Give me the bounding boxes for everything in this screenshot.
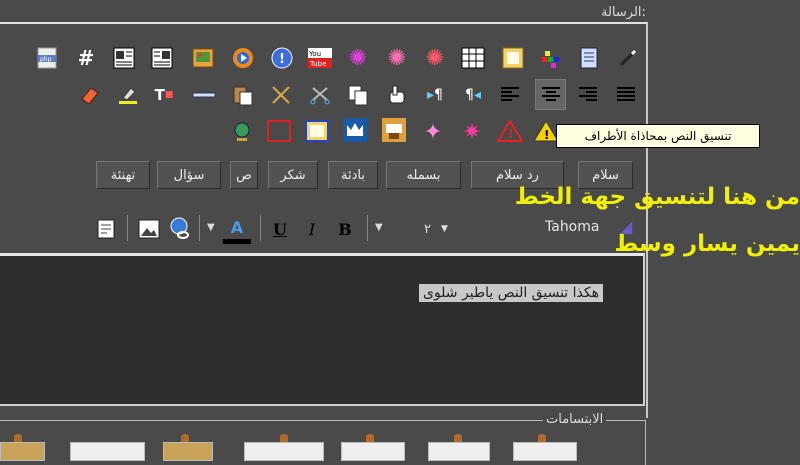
underline-button[interactable]: U (266, 215, 294, 243)
smiley-sign[interactable] (244, 442, 324, 461)
message-editor[interactable]: هكذا تنسيق النص ياطير شلوى (0, 253, 645, 406)
quick-button-basmala[interactable]: بسمله (386, 161, 461, 189)
insert-link-icon[interactable] (166, 215, 194, 243)
firework-red-icon[interactable]: ✺ (421, 44, 449, 72)
media-player-icon[interactable] (229, 44, 257, 72)
highlighter-icon[interactable] (114, 81, 142, 109)
smiley-sign[interactable] (163, 442, 213, 461)
italic-button[interactable]: I (298, 215, 326, 243)
font-color-swatch (223, 239, 251, 244)
blue-box-icon[interactable] (303, 117, 331, 145)
real-player-icon[interactable]: ! (268, 44, 296, 72)
image-insert-icon[interactable] (189, 44, 217, 72)
smiley-sign[interactable] (341, 442, 405, 461)
quick-button-shukr[interactable]: شكر (268, 161, 318, 189)
message-legend: الرسالة: (598, 5, 649, 20)
toolbar-separator (260, 215, 261, 241)
image-right-icon[interactable] (148, 44, 176, 72)
red-box-icon[interactable] (265, 117, 293, 145)
ltr-icon[interactable]: ▸ ¶ (421, 81, 449, 109)
table-icon[interactable] (459, 44, 487, 72)
text-color-icon[interactable]: T ■ (150, 81, 178, 109)
magic-wand-icon[interactable] (614, 44, 642, 72)
svg-text:You: You (308, 50, 321, 58)
svg-text:!: ! (279, 52, 285, 67)
rtl-icon[interactable]: ¶ ◂ (459, 81, 487, 109)
toolbar-separator (199, 215, 200, 241)
image-left-icon[interactable] (110, 44, 138, 72)
hash-icon[interactable]: # (72, 44, 100, 72)
sparkle-icon[interactable]: ✦ (419, 118, 447, 146)
svg-text:Tube: Tube (309, 60, 326, 68)
frame-icon[interactable] (499, 44, 527, 72)
hand-pointer-icon[interactable] (383, 81, 411, 109)
paste-icon[interactable] (229, 81, 257, 109)
smilies-legend: الابتسامات (543, 412, 607, 427)
colors-icon[interactable] (537, 44, 565, 72)
align-right-icon[interactable] (574, 81, 602, 109)
align-justify-tooltip: تنسيق النص بمحاذاة الأطراف (556, 124, 760, 148)
align-justify-icon[interactable] (612, 81, 640, 109)
align-center-icon[interactable] (535, 79, 566, 110)
smiley-sign[interactable] (513, 442, 577, 461)
eraser-icon[interactable] (76, 81, 104, 109)
svg-text:!: ! (508, 127, 513, 141)
php-icon[interactable]: php (33, 44, 61, 72)
font-arrow-icon[interactable]: ◢ (620, 217, 632, 236)
toolbar-separator (127, 215, 128, 241)
stars-icon[interactable]: ✷ (458, 118, 486, 146)
quick-button-badi-a[interactable]: بادئة (328, 161, 378, 189)
annotation-line-1: من هنا لتنسيق جهة الخط (514, 184, 800, 210)
youtube-icon[interactable]: You Tube (306, 44, 334, 72)
smiley-sign[interactable] (0, 442, 45, 461)
warning-red-icon[interactable]: ! (496, 117, 524, 145)
cut-icon[interactable] (267, 81, 295, 109)
document-icon[interactable] (575, 44, 603, 72)
align-left-icon[interactable] (496, 81, 524, 109)
insert-image-icon[interactable] (135, 215, 163, 243)
firework-magenta-icon[interactable]: ✺ (344, 44, 372, 72)
spell-check-icon[interactable] (92, 215, 120, 243)
firework-pink-icon[interactable]: ✺ (383, 44, 411, 72)
horizontal-line-icon[interactable] (190, 81, 218, 109)
font-color-icon[interactable]: A (223, 213, 251, 241)
quick-button-su-al[interactable]: سؤال (157, 161, 221, 189)
svg-text:php: php (40, 56, 52, 63)
font-size-select[interactable]: ٢ ▼ (410, 219, 462, 239)
font-size-arrow-icon: ▼ (441, 224, 448, 234)
editor-content: هكذا تنسيق النص ياطير شلوى (418, 284, 603, 302)
copy-icon[interactable] (344, 81, 372, 109)
svg-text:!: ! (544, 128, 549, 142)
quick-button-tahni-a[interactable]: تهنئة (96, 161, 150, 189)
crown-icon[interactable] (341, 116, 369, 144)
color-dropdown-arrow-icon[interactable]: ▼ (207, 222, 215, 233)
toolbar-separator (367, 215, 368, 241)
size-menu-arrow-icon[interactable]: ▼ (375, 222, 383, 233)
quick-button-sad[interactable]: ص (230, 161, 258, 189)
smiley-sign[interactable] (428, 442, 490, 461)
scissors-icon[interactable] (306, 81, 334, 109)
smiley-sign[interactable] (70, 442, 145, 461)
font-name-select[interactable]: Tahoma (545, 219, 599, 235)
font-size-value: ٢ (424, 221, 432, 237)
gavel-icon[interactable] (380, 116, 408, 144)
globe-icon[interactable] (228, 118, 256, 146)
bold-button[interactable]: B (331, 215, 359, 243)
